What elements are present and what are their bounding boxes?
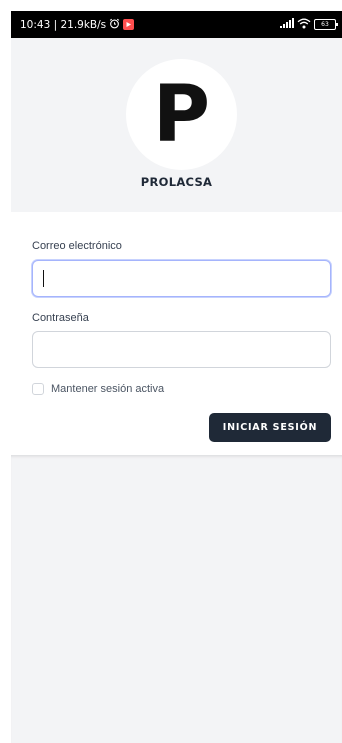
logo-letter: P	[152, 69, 211, 160]
remember-session-row[interactable]: Mantener sesión activa	[32, 383, 164, 395]
play-store-icon	[123, 19, 135, 30]
time-speed-text: 10:43 | 21.9kB/s	[20, 18, 107, 31]
password-field[interactable]	[32, 331, 331, 368]
login-button[interactable]: INICIAR SESIÓN	[209, 413, 331, 442]
background-panel	[11, 455, 342, 743]
status-right: 63	[280, 18, 338, 32]
brand-name: PROLACSA	[140, 175, 213, 189]
battery-level-text: 63	[321, 21, 329, 28]
text-cursor	[43, 270, 44, 287]
signal-icon	[280, 18, 294, 31]
alarm-icon	[109, 18, 120, 32]
company-logo: P	[126, 59, 237, 170]
battery-icon: 63	[314, 19, 338, 30]
password-label: Contraseña	[32, 312, 89, 324]
remember-session-checkbox[interactable]	[32, 383, 44, 395]
wifi-icon	[297, 18, 311, 32]
email-field[interactable]	[32, 260, 331, 297]
status-bar: 10:43 | 21.9kB/s 63	[11, 11, 342, 38]
header-panel: P PROLACSA	[11, 38, 342, 212]
status-left: 10:43 | 21.9kB/s	[20, 18, 135, 32]
email-label: Correo electrónico	[32, 240, 122, 252]
login-form: Correo electrónico Contraseña Mantener s…	[11, 212, 342, 455]
remember-session-label[interactable]: Mantener sesión activa	[51, 383, 164, 395]
